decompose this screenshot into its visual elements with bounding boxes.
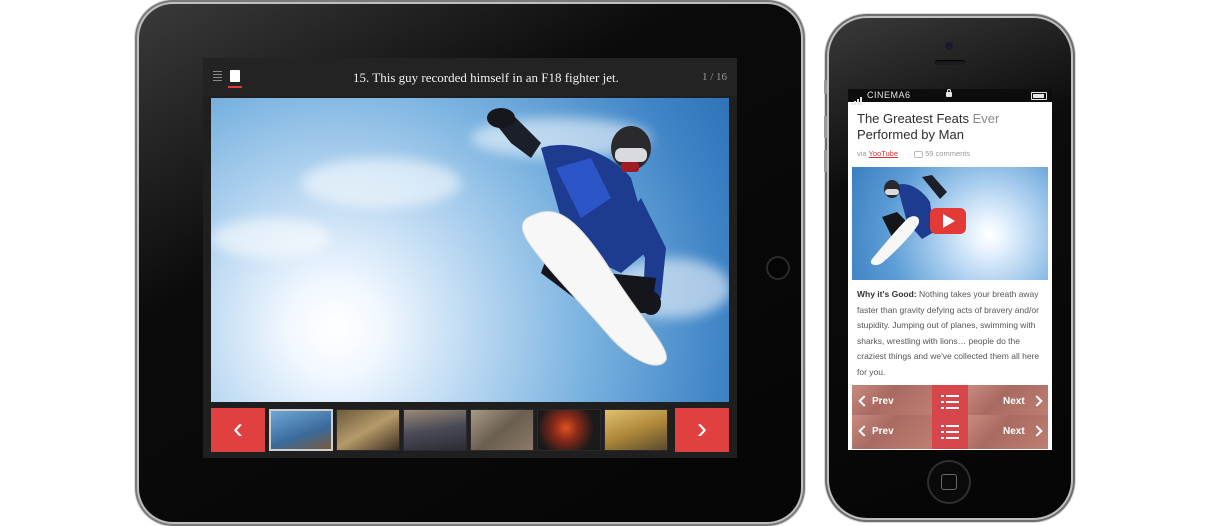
active-view-indicator: [228, 86, 242, 88]
thumbnail-strip: ‹ ›: [211, 408, 729, 452]
next-button[interactable]: Next: [968, 385, 1048, 419]
slide-view-icon[interactable]: [230, 70, 240, 82]
lock-icon: [946, 89, 952, 97]
comment-icon: [914, 150, 924, 158]
article-body: Why it's Good: Nothing takes your breath…: [857, 289, 1040, 377]
slide-title: 15. This guy recorded himself in an F18 …: [353, 70, 619, 85]
thumbnail-5[interactable]: [537, 409, 601, 451]
nav-bar: Prev Next: [852, 385, 1048, 419]
chevron-right-icon: [1031, 395, 1043, 407]
list-view-button-2[interactable]: [932, 415, 968, 449]
earpiece-speaker: [935, 60, 965, 65]
article-meta: via YooTube 59 comments: [857, 149, 971, 158]
iphone-screen: CINEMA6 The Greatest Feats Ever Performe…: [848, 89, 1052, 450]
why-label: Why it's Good:: [857, 289, 917, 299]
thumbnail-6[interactable]: [604, 409, 668, 451]
list-icon: [941, 395, 959, 409]
prev-button-2[interactable]: Prev: [852, 415, 932, 449]
list-view-button[interactable]: [932, 385, 968, 419]
signal-strength-icon: [851, 92, 863, 105]
thumbnail-1[interactable]: [269, 409, 333, 451]
volume-down-button: [824, 150, 827, 172]
chevron-left-icon: [858, 425, 870, 437]
source-link[interactable]: YooTube: [869, 149, 898, 158]
volume-up-button: [824, 116, 827, 138]
nav-bar-duplicate: Prev Next: [852, 415, 1048, 449]
prev-button[interactable]: Prev: [852, 385, 932, 419]
next-slide-button[interactable]: ›: [675, 408, 729, 452]
status-bar: CINEMA6: [848, 89, 1052, 105]
video-player[interactable]: [852, 167, 1048, 280]
ipad-top-bar: 15. This guy recorded himself in an F18 …: [203, 58, 737, 96]
battery-icon: [1031, 92, 1047, 100]
slide-counter: 1 / 16: [701, 71, 727, 83]
front-camera: [945, 42, 953, 50]
next-button-2[interactable]: Next: [968, 415, 1048, 449]
iphone-home-button[interactable]: [927, 460, 971, 504]
article-title: The Greatest Feats Ever Performed by Man: [857, 111, 1000, 142]
table-of-contents-icon[interactable]: [213, 71, 222, 82]
ipad-device: 15. This guy recorded himself in an F18 …: [139, 4, 801, 522]
ipad-screen: 15. This guy recorded himself in an F18 …: [203, 58, 737, 458]
mute-switch: [824, 80, 827, 94]
thumbnail-2[interactable]: [336, 409, 400, 451]
main-slide-image[interactable]: [211, 98, 729, 402]
comment-count[interactable]: 59 comments: [925, 149, 970, 158]
thumbnail-3[interactable]: [403, 409, 467, 451]
chevron-left-icon: [858, 395, 870, 407]
play-button[interactable]: [930, 208, 966, 234]
list-icon: [941, 425, 959, 439]
ipad-home-button[interactable]: [766, 256, 790, 280]
thumbnail-4[interactable]: [470, 409, 534, 451]
chevron-right-icon: [1031, 425, 1043, 437]
iphone-device: CINEMA6 The Greatest Feats Ever Performe…: [824, 18, 1071, 518]
carrier-name: CINEMA6: [867, 90, 911, 100]
previous-slide-button[interactable]: ‹: [211, 408, 265, 452]
snowboarder-illustration: [487, 108, 667, 366]
